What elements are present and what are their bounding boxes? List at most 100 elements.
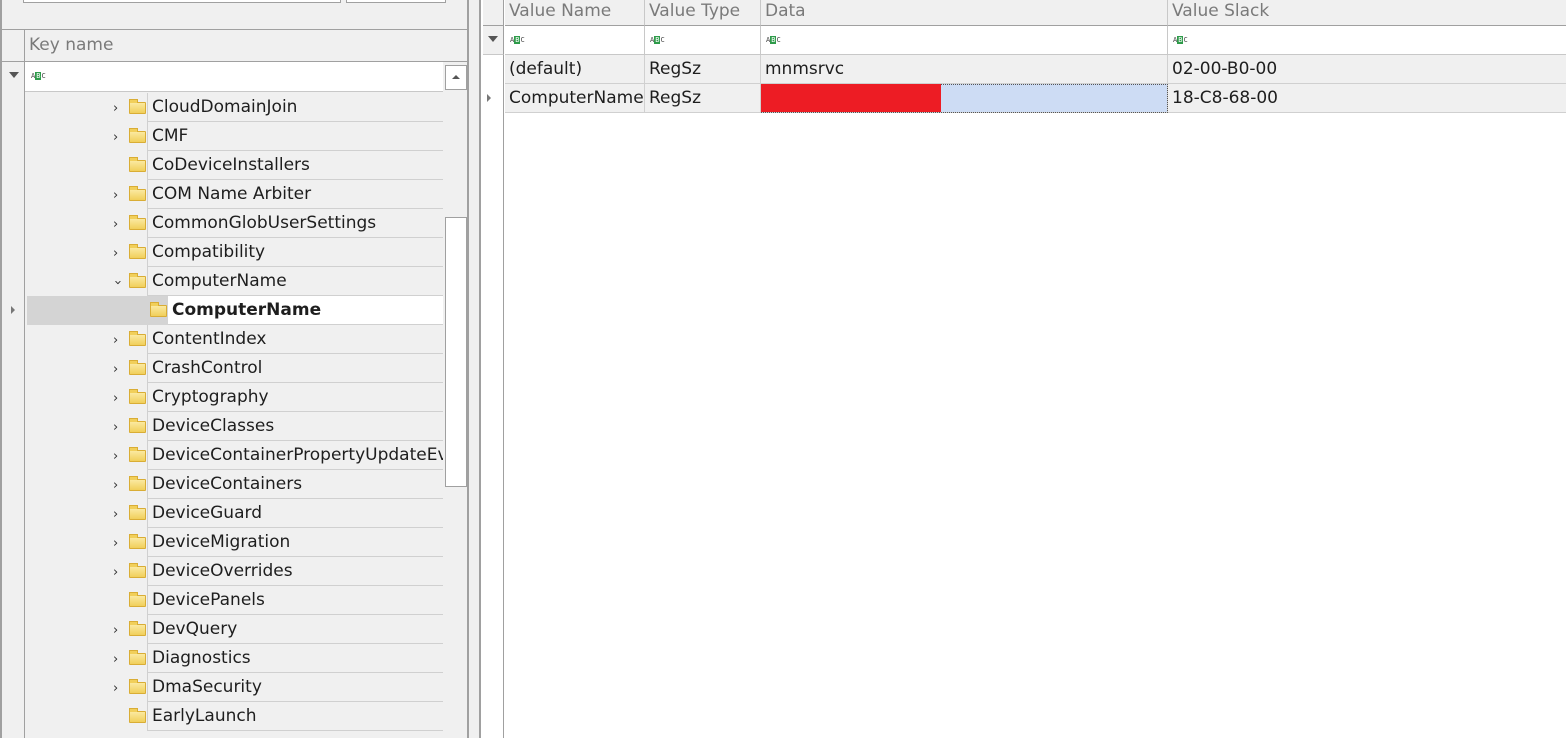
tree-item-label: CMF bbox=[147, 122, 444, 151]
chevron-right-icon[interactable]: › bbox=[113, 217, 118, 232]
scroll-up-button[interactable] bbox=[445, 65, 467, 90]
tree-item-label: DeviceContainers bbox=[147, 470, 444, 499]
tree-scrollbar[interactable] bbox=[443, 62, 467, 738]
tree-item-label: DmaSecurity bbox=[147, 673, 444, 702]
value-cell-data[interactable] bbox=[761, 84, 1168, 113]
redaction-block bbox=[761, 84, 941, 112]
folder-icon bbox=[129, 244, 146, 259]
chevron-right-icon[interactable]: › bbox=[113, 536, 118, 551]
tree-item-label: EarlyLaunch bbox=[147, 702, 444, 731]
arrow-up-icon bbox=[452, 75, 460, 79]
folder-icon bbox=[129, 331, 146, 346]
tree-item-label: CrashControl bbox=[147, 354, 444, 383]
chevron-right-icon[interactable]: › bbox=[113, 391, 118, 406]
splitter[interactable] bbox=[469, 0, 481, 738]
chevron-right-icon[interactable]: › bbox=[113, 652, 118, 667]
column-header-type[interactable]: Value Type bbox=[645, 0, 761, 26]
tree-item[interactable]: ComputerName bbox=[27, 296, 444, 325]
folder-icon bbox=[129, 505, 146, 520]
folder-icon bbox=[129, 563, 146, 578]
tree-item[interactable]: › ComputerName bbox=[27, 267, 444, 296]
folder-icon bbox=[129, 534, 146, 549]
value-cell-name[interactable]: ComputerName bbox=[505, 84, 645, 113]
chevron-right-icon[interactable]: › bbox=[113, 681, 118, 696]
tree-item-label: ComputerName bbox=[147, 267, 444, 296]
scroll-thumb[interactable] bbox=[445, 217, 467, 487]
tree-item-label: Compatibility bbox=[147, 238, 444, 267]
folder-icon bbox=[129, 679, 146, 694]
row-indicator-icon bbox=[11, 306, 15, 314]
tree-item[interactable]: › DeviceContainers bbox=[27, 470, 444, 499]
value-cell-slack[interactable]: 02-00-B0-00 bbox=[1168, 55, 1566, 84]
tree-item[interactable]: › Diagnostics bbox=[27, 644, 444, 673]
folder-icon bbox=[129, 592, 146, 607]
tree-item[interactable]: › DeviceMigration bbox=[27, 528, 444, 557]
folder-icon bbox=[129, 157, 146, 172]
chevron-right-icon[interactable]: › bbox=[113, 333, 118, 348]
column-header-slack[interactable]: Value Slack bbox=[1168, 0, 1566, 26]
tree-item[interactable]: DevicePanels bbox=[27, 586, 444, 615]
folder-icon bbox=[129, 708, 146, 723]
tree-item-label: DevQuery bbox=[147, 615, 444, 644]
tree-item-label: DeviceContainerPropertyUpdateEvents bbox=[147, 441, 444, 470]
column-header-data[interactable]: Data bbox=[761, 0, 1168, 26]
tree-item-label: DeviceClasses bbox=[147, 412, 444, 441]
tree-item-label: COM Name Arbiter bbox=[147, 180, 444, 209]
tree-item[interactable]: › DeviceOverrides bbox=[27, 557, 444, 586]
column-filter-data[interactable]: ABC bbox=[761, 26, 1168, 55]
value-cell-type[interactable]: RegSz bbox=[645, 55, 761, 84]
tree-item[interactable]: › CommonGlobUserSettings bbox=[27, 209, 444, 238]
chevron-down-icon[interactable]: › bbox=[110, 280, 125, 285]
tree-item[interactable]: › ContentIndex bbox=[27, 325, 444, 354]
folder-icon bbox=[129, 215, 146, 230]
chevron-right-icon[interactable]: › bbox=[113, 507, 118, 522]
tree-item[interactable]: CoDeviceInstallers bbox=[27, 151, 444, 180]
folder-icon bbox=[150, 302, 167, 317]
folder-icon bbox=[129, 621, 146, 636]
column-filter-type[interactable]: ABC bbox=[645, 26, 761, 55]
filter-icon bbox=[488, 36, 498, 42]
tree-item-label: DeviceMigration bbox=[147, 528, 444, 557]
chevron-right-icon[interactable]: › bbox=[113, 565, 118, 580]
folder-icon bbox=[129, 360, 146, 375]
value-cell-name[interactable]: (default) bbox=[505, 55, 645, 84]
chevron-right-icon[interactable]: › bbox=[113, 188, 118, 203]
tree-item[interactable]: › DevQuery bbox=[27, 615, 444, 644]
tree-item[interactable]: › Compatibility bbox=[27, 238, 444, 267]
chevron-right-icon[interactable]: › bbox=[113, 623, 118, 638]
value-cell-slack[interactable]: 18-C8-68-00 bbox=[1168, 84, 1566, 113]
folder-icon bbox=[129, 447, 146, 462]
value-cell-data[interactable]: mnmsrvc bbox=[761, 55, 1168, 84]
chevron-right-icon[interactable]: › bbox=[113, 420, 118, 435]
folder-icon bbox=[129, 273, 146, 288]
chevron-right-icon[interactable]: › bbox=[113, 478, 118, 493]
tree-item[interactable]: › DmaSecurity bbox=[27, 673, 444, 702]
folder-icon bbox=[129, 418, 146, 433]
text-filter-icon: ABC bbox=[510, 36, 525, 44]
column-header-name[interactable]: Value Name bbox=[505, 0, 645, 26]
chevron-right-icon[interactable]: › bbox=[113, 101, 118, 116]
chevron-right-icon[interactable]: › bbox=[113, 362, 118, 377]
tree-item[interactable]: › CrashControl bbox=[27, 354, 444, 383]
folder-icon bbox=[129, 476, 146, 491]
tree-item[interactable]: › DeviceGuard bbox=[27, 499, 444, 528]
tree-item[interactable]: › Cryptography bbox=[27, 383, 444, 412]
folder-icon bbox=[129, 99, 146, 114]
column-filter-name[interactable]: ABC bbox=[505, 26, 645, 55]
tree-item[interactable]: › CMF bbox=[27, 122, 444, 151]
value-cell-type[interactable]: RegSz bbox=[645, 84, 761, 113]
folder-icon bbox=[129, 389, 146, 404]
tree-item[interactable]: › CloudDomainJoin bbox=[27, 93, 444, 122]
tree-item[interactable]: EarlyLaunch bbox=[27, 702, 444, 731]
folder-icon bbox=[129, 650, 146, 665]
tree-item-label: CommonGlobUserSettings bbox=[147, 209, 444, 238]
tree-item[interactable]: › DeviceContainerPropertyUpdateEvents bbox=[27, 441, 444, 470]
column-filter-slack[interactable]: ABC bbox=[1168, 26, 1566, 55]
tree-item[interactable]: › DeviceClasses bbox=[27, 412, 444, 441]
chevron-right-icon[interactable]: › bbox=[113, 246, 118, 261]
key-tree-panel: Key name ABC › CloudDomainJoin › CMF CoDe… bbox=[0, 0, 469, 738]
chevron-right-icon[interactable]: › bbox=[113, 130, 118, 145]
tree-item[interactable]: › COM Name Arbiter bbox=[27, 180, 444, 209]
folder-icon bbox=[129, 128, 146, 143]
chevron-right-icon[interactable]: › bbox=[113, 449, 118, 464]
